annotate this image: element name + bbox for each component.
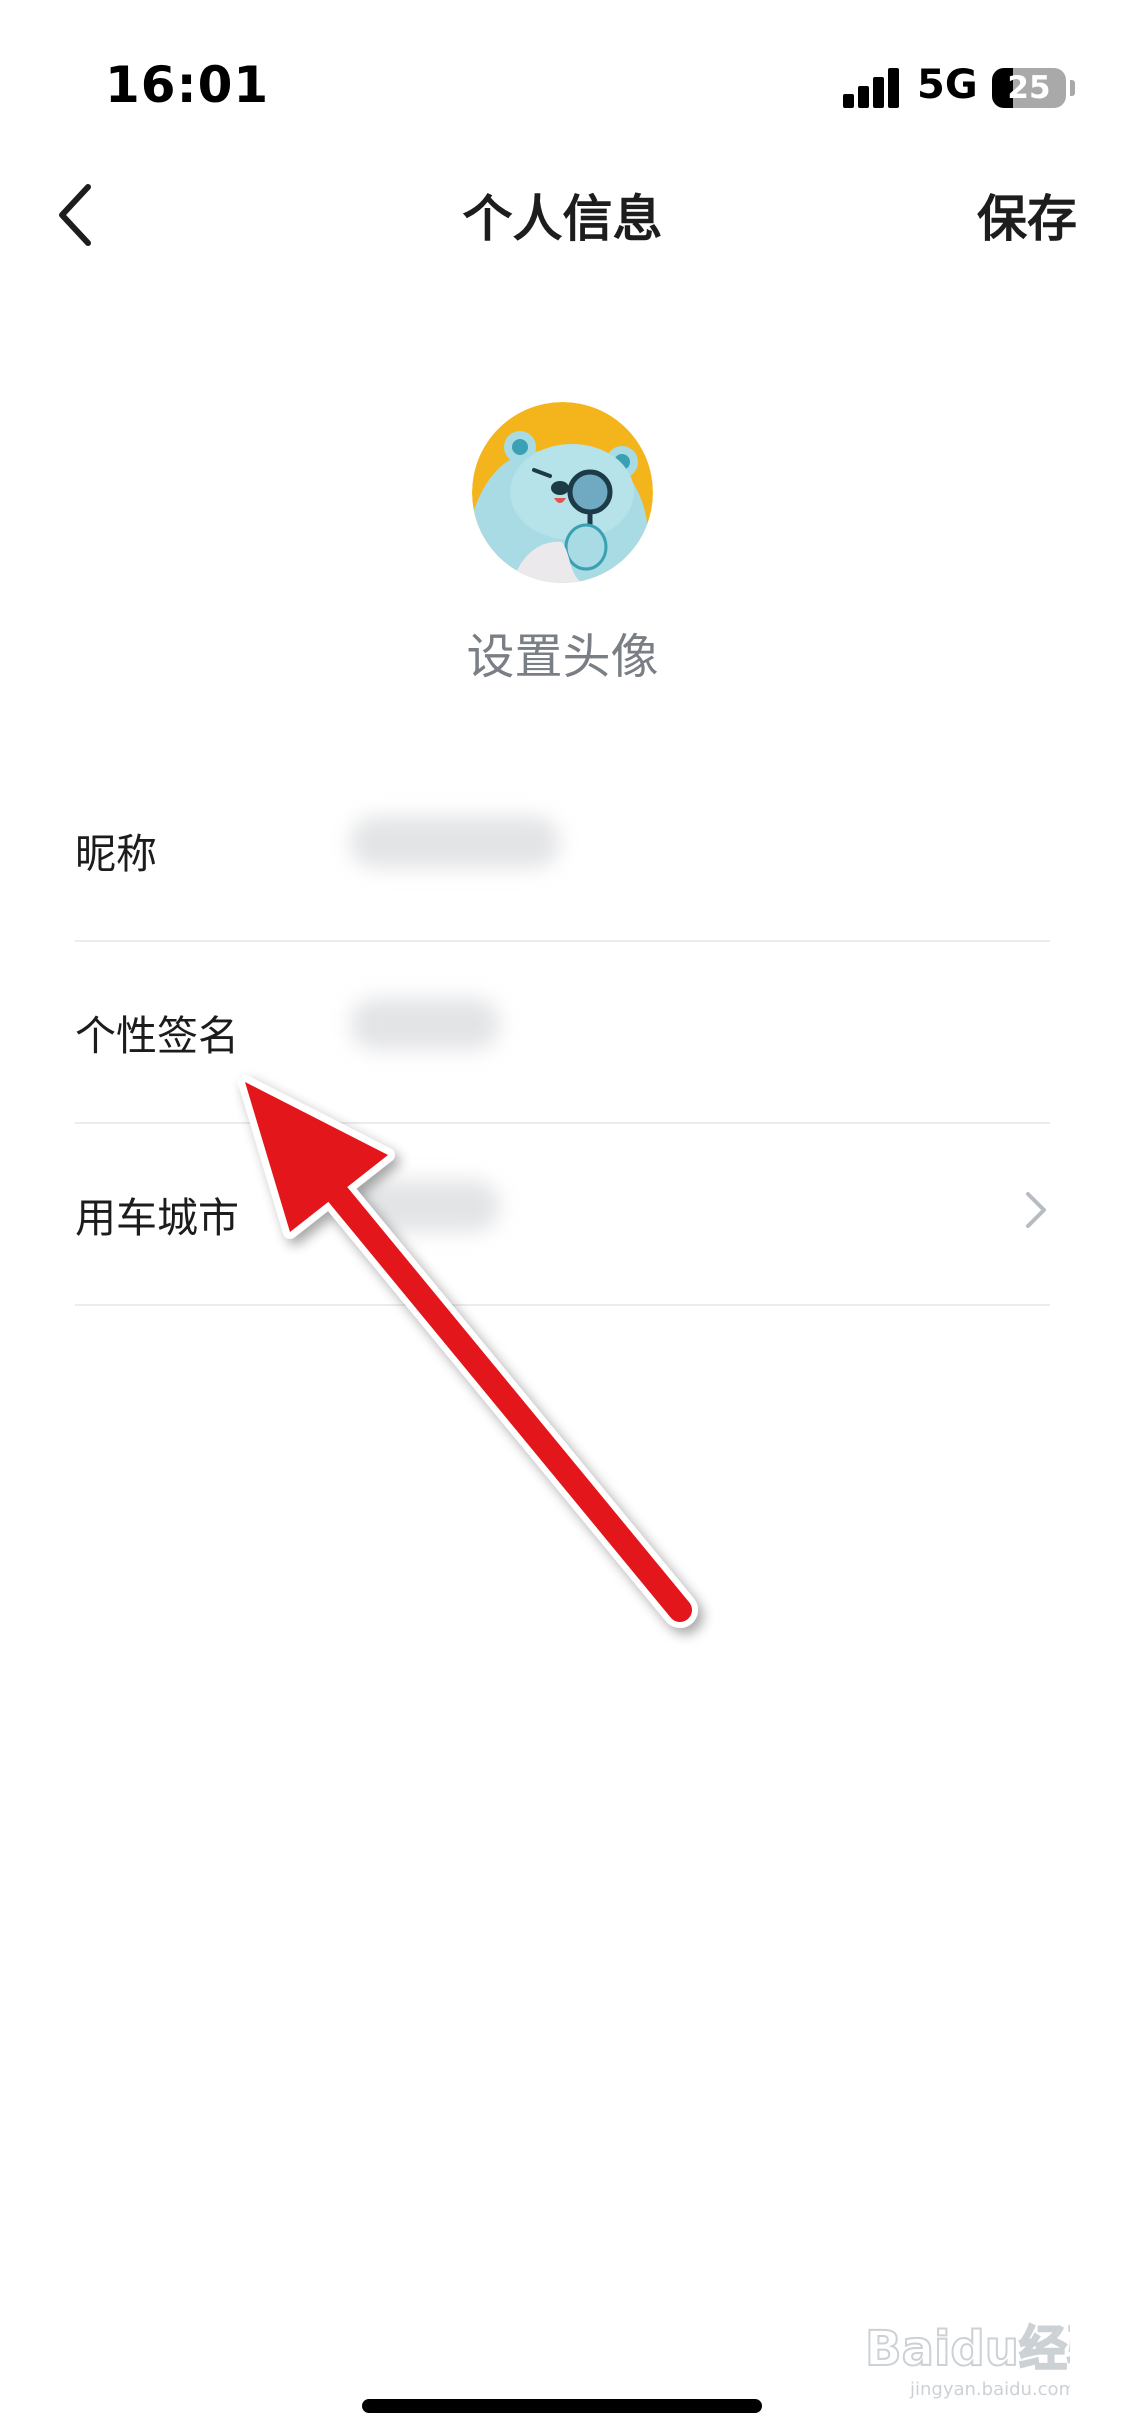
nickname-row[interactable]: 昵称 xyxy=(75,760,1050,942)
signature-value-blurred[interactable] xyxy=(350,998,500,1050)
chevron-right-icon xyxy=(1026,1192,1046,1228)
navigation-bar: 个人信息 保存 xyxy=(0,155,1125,275)
nickname-label: 昵称 xyxy=(75,830,157,878)
svg-text:jingyan.baidu.com: jingyan.baidu.com xyxy=(909,2379,1070,2400)
cellular-signal-icon xyxy=(843,68,901,108)
avatar[interactable] xyxy=(472,402,653,583)
nickname-value-blurred[interactable] xyxy=(350,816,560,868)
battery-icon: 25 xyxy=(992,68,1066,108)
profile-info-list: 昵称 个性签名 用车城市 xyxy=(75,760,1050,1306)
baidu-jingyan-watermark: Baidu经验 jingyan.baidu.com xyxy=(865,2320,1070,2400)
city-row[interactable]: 用车城市 xyxy=(75,1124,1050,1306)
bear-avatar-icon xyxy=(472,402,653,583)
page-title: 个人信息 xyxy=(462,190,663,248)
signature-row[interactable]: 个性签名 xyxy=(75,942,1050,1124)
battery-nub xyxy=(1070,80,1075,96)
set-avatar-label[interactable]: 设置头像 xyxy=(0,617,1125,687)
city-value-blurred xyxy=(350,1180,500,1232)
save-button[interactable]: 保存 xyxy=(977,179,1077,251)
home-indicator xyxy=(362,2399,762,2413)
city-label: 用车城市 xyxy=(75,1194,239,1242)
svg-text:Baidu经验: Baidu经验 xyxy=(865,2321,1070,2377)
status-time: 16:01 xyxy=(105,56,270,114)
status-bar: 16:01 5G 25 xyxy=(0,0,1125,150)
signature-label: 个性签名 xyxy=(75,1012,239,1060)
battery-percentage: 25 xyxy=(1007,70,1051,106)
network-type: 5G xyxy=(917,62,978,108)
